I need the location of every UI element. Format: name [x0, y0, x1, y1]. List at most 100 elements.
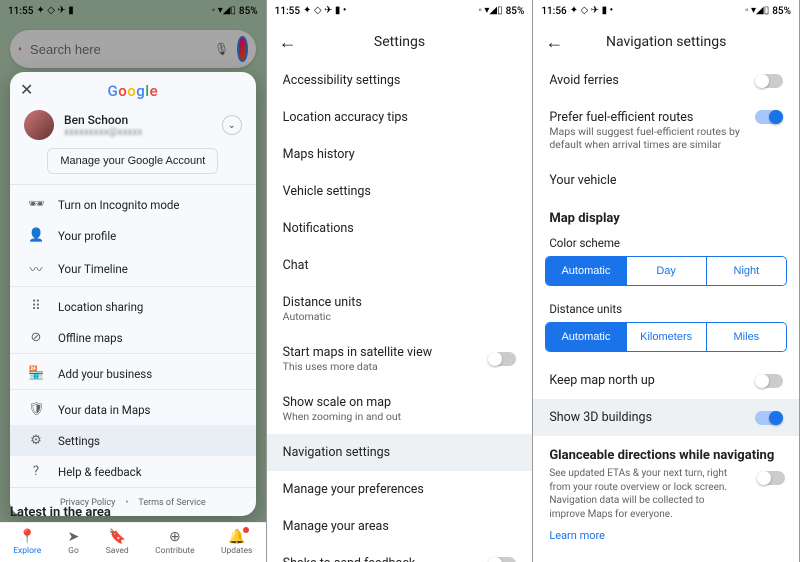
latest-heading: Latest in the area [10, 505, 111, 520]
settings-row[interactable]: Chat [267, 247, 533, 284]
settings-row[interactable]: Manage your areas [267, 508, 533, 545]
settings-row[interactable]: Manage your preferences [267, 471, 533, 508]
menu-your-data[interactable]: 🛡Your data in Maps [10, 394, 256, 425]
row-avoid-ferries[interactable]: Avoid ferries [533, 62, 799, 99]
settings-row[interactable]: Accessibility settings [267, 62, 533, 99]
screen-account-menu: 11:55✦ ◇ ✈ ▮ ◦ ▾◢▯85% 🎙 ✕ Google Ben Sch… [0, 0, 267, 562]
nav-explore[interactable]: 📍Explore [13, 529, 41, 556]
screen-settings: 11:55✦ ◇ ✈ ▮ • ◦ ▾◢▯85% ← Settings Acces… [267, 0, 534, 562]
toggle-keep-north[interactable] [755, 374, 783, 388]
toggle[interactable] [488, 557, 516, 562]
settings-row[interactable]: Show scale on mapWhen zooming in and out [267, 384, 533, 434]
menu-help[interactable]: ?Help & feedback [10, 456, 256, 487]
menu-incognito[interactable]: 🕶Turn on Incognito mode [10, 189, 256, 220]
settings-row[interactable]: Location accuracy tips [267, 99, 533, 136]
profile-icon: 👤 [28, 228, 44, 243]
menu-timeline[interactable]: 〰Your Timeline [10, 251, 256, 286]
help-icon: ? [28, 464, 44, 479]
section-driving-options: Driving options [533, 552, 799, 562]
settings-row[interactable]: Maps history [267, 136, 533, 173]
header-title: Navigation settings [606, 34, 726, 50]
glanceable-desc: See updated ETAs & your next turn, right… [533, 467, 757, 529]
section-map-display: Map display [533, 199, 799, 230]
menu-add-business[interactable]: 🏪Add your business [10, 358, 256, 389]
chevron-down-icon[interactable]: ⌄ [222, 115, 242, 135]
seg-color-day[interactable]: Day [626, 257, 706, 285]
plus-icon: ⊕ [169, 529, 181, 545]
back-arrow-icon[interactable]: ← [545, 32, 563, 53]
share-location-icon: ⠿ [28, 299, 44, 314]
divider [10, 286, 256, 287]
label-color-scheme: Color scheme [533, 230, 799, 252]
toggle-show-3d[interactable] [755, 411, 783, 425]
status-bar: 11:55✦ ◇ ✈ ▮ • ◦ ▾◢▯85% [267, 0, 533, 22]
explore-icon: 📍 [18, 529, 35, 545]
manage-account-button[interactable]: Manage your Google Account [47, 148, 218, 174]
segment-color-scheme: Automatic Day Night [545, 256, 787, 286]
status-battery: 85% [772, 6, 791, 17]
menu-location-sharing[interactable]: ⠿Location sharing [10, 291, 256, 322]
section-glanceable: Glanceable directions while navigating [533, 436, 799, 467]
seg-color-night[interactable]: Night [706, 257, 786, 285]
nav-settings-header: ← Navigation settings [533, 22, 799, 62]
segment-distance-units: Automatic Kilometers Miles [545, 322, 787, 352]
settings-row[interactable]: Notifications [267, 210, 533, 247]
menu-profile[interactable]: 👤Your profile [10, 220, 256, 251]
status-bar: 11:56✦ ◇ ✈ ▮ • ◦ ▾◢▯85% [533, 0, 799, 22]
nav-saved[interactable]: 🔖Saved [106, 529, 129, 556]
seg-dist-km[interactable]: Kilometers [626, 323, 706, 351]
bookmark-icon: 🔖 [108, 529, 125, 545]
nav-go[interactable]: ➤Go [68, 529, 80, 556]
incognito-icon: 🕶 [28, 197, 44, 212]
nav-contribute[interactable]: ⊕Contribute [155, 529, 195, 556]
settings-row[interactable]: Navigation settings [267, 434, 533, 471]
timeline-icon: 〰 [28, 259, 44, 278]
seg-dist-miles[interactable]: Miles [706, 323, 786, 351]
toggle[interactable] [488, 352, 516, 366]
seg-color-automatic[interactable]: Automatic [546, 257, 625, 285]
toggle-glanceable[interactable] [757, 471, 785, 485]
settings-row[interactable]: Shake to send feedback [267, 545, 533, 562]
go-icon: ➤ [68, 529, 80, 545]
row-fuel-efficient[interactable]: Prefer fuel-efficient routes Maps will s… [533, 99, 799, 162]
divider [10, 184, 256, 185]
settings-row[interactable]: Distance unitsAutomatic [267, 284, 533, 334]
divider [10, 353, 256, 354]
close-icon[interactable]: ✕ [20, 80, 33, 99]
settings-list[interactable]: Accessibility settingsLocation accuracy … [267, 62, 533, 562]
row-show-3d[interactable]: Show 3D buildings [533, 399, 799, 436]
bottom-nav: 📍Explore ➤Go 🔖Saved ⊕Contribute 🔔Updates [0, 522, 266, 562]
seg-dist-automatic[interactable]: Automatic [546, 323, 625, 351]
settings-header: ← Settings [267, 22, 533, 62]
account-row[interactable]: Ben Schoon xxxxxxxxx@xxxxx ⌄ [10, 106, 256, 140]
settings-row[interactable]: Vehicle settings [267, 173, 533, 210]
shield-icon: 🛡 [28, 402, 44, 417]
divider [10, 389, 256, 390]
terms-link[interactable]: Terms of Service [138, 498, 205, 508]
menu-offline-maps[interactable]: ⊘Offline maps [10, 322, 256, 353]
google-logo: Google [10, 72, 256, 106]
status-time: 11:55 [275, 6, 300, 17]
toggle-fuel-efficient[interactable] [755, 110, 783, 124]
toggle-avoid-ferries[interactable] [755, 74, 783, 88]
back-arrow-icon[interactable]: ← [279, 32, 297, 53]
account-name: Ben Schoon [64, 113, 142, 127]
gear-icon: ⚙ [28, 433, 44, 448]
row-keep-north[interactable]: Keep map north up [533, 362, 799, 399]
status-time: 11:56 [541, 6, 566, 17]
status-battery: 85% [506, 6, 525, 17]
profile-avatar [24, 110, 54, 140]
divider [10, 487, 256, 488]
label-distance-units: Distance units [533, 296, 799, 318]
settings-row[interactable]: Start maps in satellite viewThis uses mo… [267, 334, 533, 384]
screen-nav-settings: 11:56✦ ◇ ✈ ▮ • ◦ ▾◢▯85% ← Navigation set… [533, 0, 800, 562]
row-your-vehicle[interactable]: Your vehicle [533, 162, 799, 199]
header-title: Settings [374, 34, 425, 50]
offline-icon: ⊘ [28, 330, 44, 345]
menu-settings[interactable]: ⚙Settings [10, 425, 256, 456]
account-email: xxxxxxxxx@xxxxx [64, 127, 142, 138]
nav-updates[interactable]: 🔔Updates [221, 529, 252, 556]
bell-icon: 🔔 [228, 529, 245, 545]
learn-more-link[interactable]: Learn more [533, 529, 799, 552]
storefront-icon: 🏪 [28, 366, 44, 381]
